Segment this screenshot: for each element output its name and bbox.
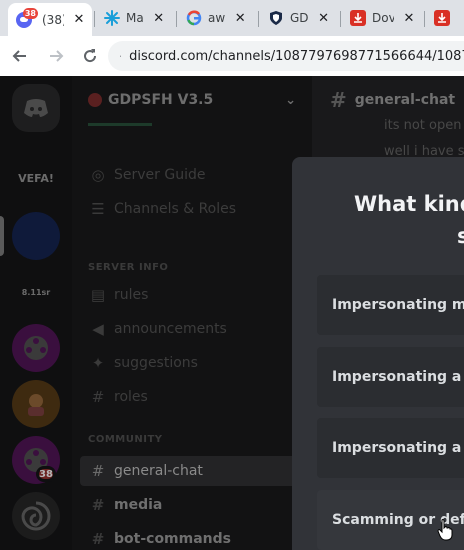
tab-shield[interactable]: GD ✕ — [260, 4, 338, 32]
channel-media[interactable]: # media — [80, 490, 302, 520]
download-favicon — [350, 10, 366, 26]
server-boost-icon — [88, 93, 102, 107]
hash-icon: # — [91, 496, 105, 514]
report-option-impersonating-business[interactable]: Impersonating a bu — [317, 418, 464, 478]
tab-download[interactable]: Dov ✕ — [342, 4, 422, 32]
tab-close-icon[interactable]: ✕ — [233, 11, 247, 26]
spiral-logo-icon — [21, 501, 51, 531]
tab-close-icon[interactable]: ✕ — [72, 12, 86, 27]
download-favicon — [434, 10, 450, 26]
film-reel-icon — [24, 336, 48, 360]
modal-title-line2: s — [457, 224, 464, 248]
channel-rules[interactable]: ▤ rules — [80, 280, 302, 310]
sparkle-icon: ✦ — [91, 354, 105, 372]
tab-google[interactable]: aw ✕ — [178, 4, 256, 32]
hash-icon: # — [330, 88, 347, 112]
channel-suggestions[interactable]: ✦ suggestions — [80, 348, 302, 378]
channel-channels-roles[interactable]: ☰ Channels & Roles — [80, 194, 302, 224]
forward-button[interactable] — [44, 44, 68, 68]
tab-download-2[interactable] — [426, 4, 464, 32]
arrow-right-icon — [50, 50, 64, 62]
character-icon — [28, 394, 44, 416]
discord-logo-icon — [24, 99, 48, 117]
folder-label: VEFA! — [18, 172, 54, 185]
compass-icon: ◎ — [91, 166, 105, 184]
chat-header: # general-chat — [312, 76, 464, 124]
tab-close-icon[interactable]: ✕ — [402, 11, 416, 26]
rules-icon: ▤ — [90, 286, 106, 304]
home-button[interactable] — [12, 84, 60, 132]
list-icon: ☰ — [91, 200, 105, 218]
server-icon[interactable] — [12, 324, 60, 372]
reload-icon — [84, 49, 97, 63]
channel-roles[interactable]: # roles — [80, 382, 302, 412]
hash-icon: # — [91, 462, 105, 480]
tab-magic[interactable]: Ma ✕ — [96, 4, 174, 32]
google-favicon — [186, 10, 202, 26]
channel-general-chat[interactable]: # general-chat — [80, 456, 302, 486]
server-list: VEFA! 8.11sr 38 — [0, 76, 72, 550]
scroll-indicator — [88, 123, 152, 126]
report-option-impersonating-celebrity[interactable]: Impersonating a ce — [317, 347, 464, 407]
channel-announcements[interactable]: ◀ announcements — [80, 314, 302, 344]
megaphone-icon: ◀ — [92, 320, 104, 338]
tab-close-icon[interactable]: ✕ — [152, 11, 166, 26]
browser-tab-bar: 38 (38) ✕ Ma ✕ aw ✕ GD ✕ — [0, 0, 464, 36]
server-header[interactable]: GDPSFH V3.5 ⌄ — [72, 76, 312, 124]
tab-discord[interactable]: 38 (38) ✕ — [8, 3, 92, 36]
tab-unread-badge: 38 — [22, 7, 38, 19]
mention-badge: 38 — [36, 466, 56, 482]
channel-server-guide[interactable]: ◎ Server Guide — [80, 160, 302, 190]
address-bar[interactable]: discord.com/channels/1087797698771566644… — [108, 41, 464, 71]
magic-favicon — [104, 10, 120, 26]
server-icon[interactable] — [12, 380, 60, 428]
channel-bot-commands[interactable]: # bot-commands — [80, 524, 302, 550]
selected-server-pill — [0, 216, 4, 256]
server-label: 8.11sr — [21, 288, 51, 297]
browser-toolbar: discord.com/channels/1087797698771566644… — [0, 36, 464, 76]
category-community[interactable]: COMMUNITY — [88, 434, 163, 445]
server-name: GDPSFH V3.5 — [108, 92, 214, 108]
back-button[interactable] — [8, 44, 32, 68]
lock-icon — [120, 55, 122, 57]
server-icon[interactable] — [12, 492, 60, 540]
tab-title: Dov — [372, 11, 394, 25]
tab-title: Ma — [126, 11, 144, 25]
tab-title: GD — [290, 11, 309, 25]
tab-title: (38) — [42, 12, 64, 27]
channel-sidebar: GDPSFH V3.5 ⌄ ◎ Server Guide ☰ Channels … — [72, 76, 312, 550]
chat-channel-name: general-chat — [354, 92, 456, 108]
screen: 38 (38) ✕ Ma ✕ aw ✕ GD ✕ — [0, 0, 464, 550]
category-server-info[interactable]: SERVER INFO — [88, 262, 168, 273]
server-icon[interactable] — [12, 212, 60, 260]
reload-button[interactable] — [78, 44, 102, 68]
tab-close-icon[interactable]: ✕ — [317, 11, 331, 26]
message-text: its not open — [384, 118, 462, 133]
hash-icon: # — [91, 530, 105, 548]
hash-icon: # — [91, 388, 105, 406]
report-modal: What kind s Impersonating me o Impersona… — [292, 157, 464, 550]
discord-favicon: 38 — [16, 7, 38, 28]
hand-pointer-icon — [437, 519, 453, 541]
url-text: discord.com/channels/1087797698771566644… — [129, 48, 464, 64]
arrow-left-icon — [12, 50, 26, 62]
tab-title: aw — [208, 11, 226, 25]
report-option-impersonating-me[interactable]: Impersonating me o — [317, 275, 464, 335]
chevron-down-icon: ⌄ — [285, 92, 296, 108]
shield-favicon — [268, 10, 284, 26]
modal-title: What kind — [354, 192, 464, 216]
